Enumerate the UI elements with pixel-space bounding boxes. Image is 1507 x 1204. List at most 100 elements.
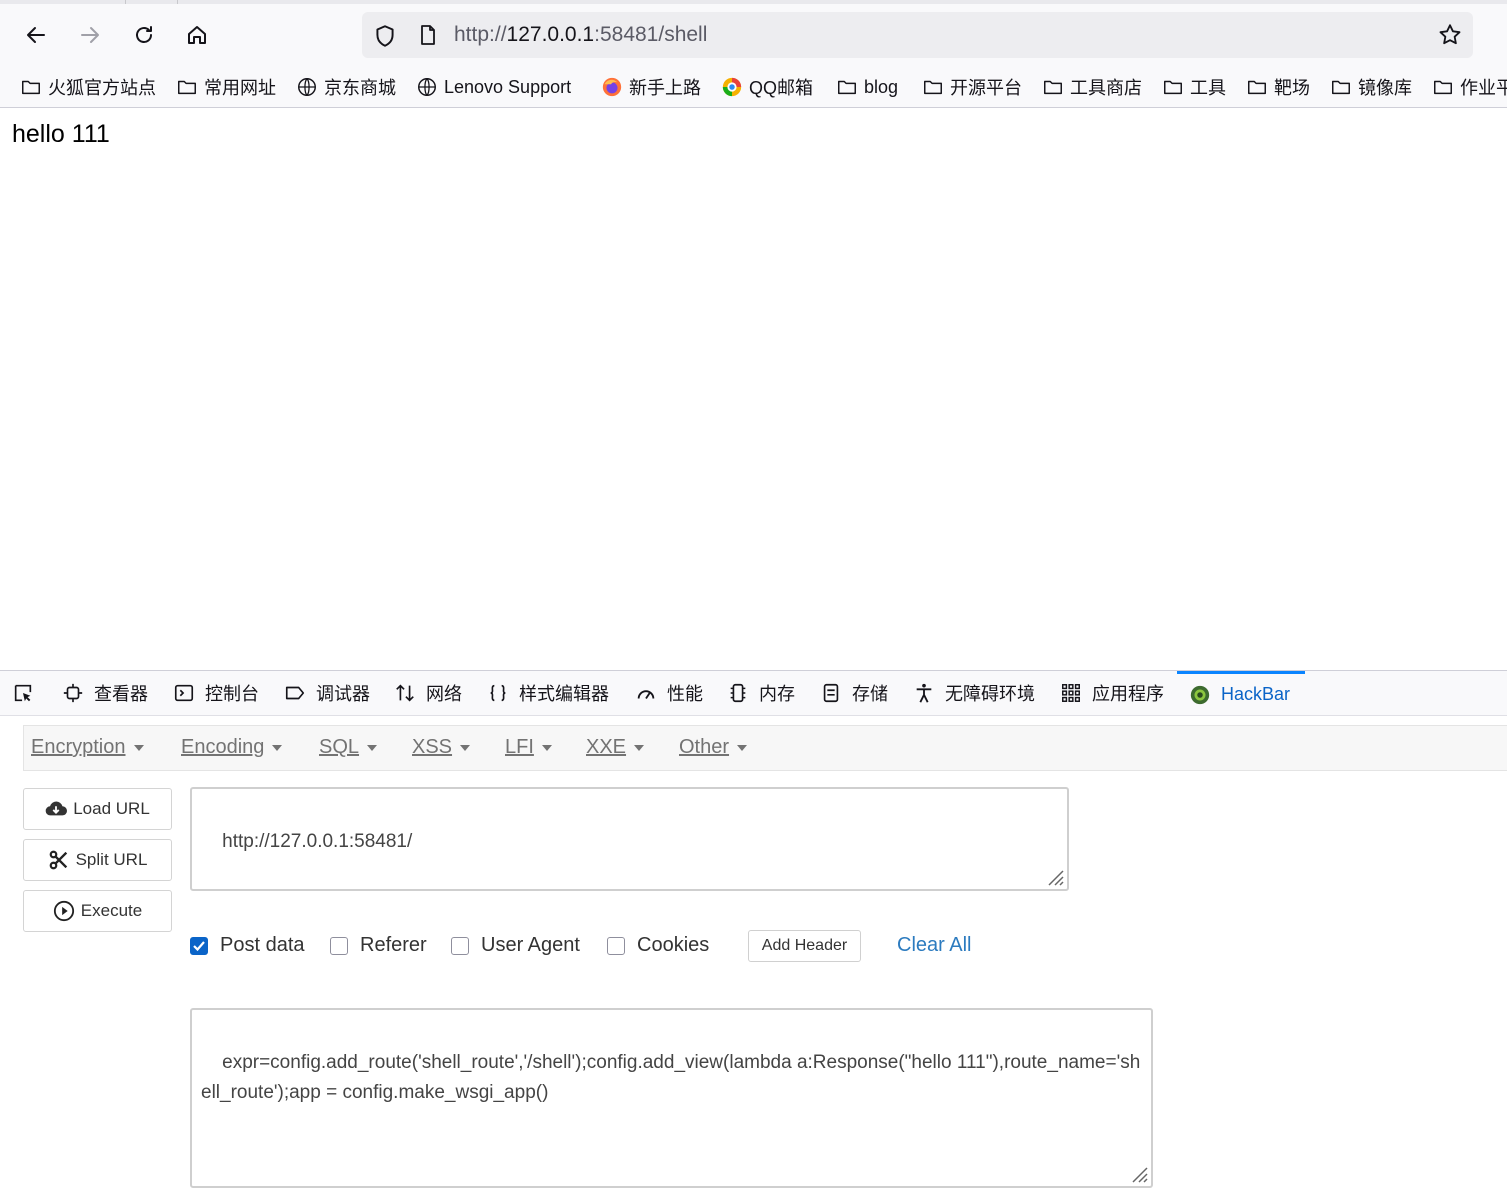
tab-inspector[interactable]: 查看器 [62,671,148,715]
load-url-button[interactable]: Load URL [23,788,172,830]
home-button[interactable] [180,18,214,52]
bookmark-star-icon[interactable] [1437,22,1463,48]
accessibility-icon [916,683,932,703]
caret-down-icon [737,744,748,751]
tab-memory[interactable]: 内存 [727,671,795,715]
menu-encryption[interactable]: Encryption [31,736,144,759]
tracking-protection-shield-icon[interactable] [372,23,398,49]
resize-grip-icon[interactable] [1043,865,1065,887]
tab-accessibility[interactable]: 无障碍环境 [913,671,1035,715]
caret-down-icon [367,744,378,751]
user-agent-checkbox[interactable]: User Agent [451,934,580,957]
menu-lfi[interactable]: LFI [505,736,552,759]
caret-down-icon [460,744,471,751]
hackbar-menu-bar: Encryption Encoding SQL XSS LFI XXE Othe… [23,725,1507,771]
application-icon [1062,684,1080,702]
tab-style-editor[interactable]: 样式编辑器 [487,671,609,715]
execute-button[interactable]: Execute [23,890,172,932]
cookies-checkbox[interactable]: Cookies [607,934,709,957]
globe-icon [298,78,316,96]
option-label: User Agent [481,934,580,956]
bookmark-item[interactable]: 作业平 [1432,74,1507,100]
tab-label: 网络 [426,684,462,704]
folder-icon [838,80,856,95]
url-text[interactable]: http://127.0.0.1:58481/shell [454,22,707,48]
bookmark-item[interactable]: 靶场 [1246,74,1310,100]
page-info-icon[interactable] [416,23,440,47]
tab-label: 存储 [852,684,888,704]
bookmark-label: Lenovo Support [444,76,572,97]
tab-storage[interactable]: 存储 [820,671,888,715]
bookmark-label: 常用网址 [204,78,276,98]
element-picker-icon [14,684,32,702]
caret-down-icon [634,744,645,751]
bookmark-item[interactable]: 火狐官方站点 [20,74,156,100]
tab-console[interactable]: 控制台 [173,671,259,715]
folder-icon [1332,80,1350,95]
bookmark-label: 新手上路 [629,78,701,98]
scissors-icon [49,850,67,870]
reload-button[interactable] [127,18,161,52]
caret-down-icon [541,744,552,751]
menu-xxe[interactable]: XXE [586,736,645,759]
reload-icon [136,26,152,43]
url-scheme: http:// [454,23,507,46]
post-data-checkbox[interactable]: Post data [190,934,305,957]
add-header-button[interactable]: Add Header [748,930,861,962]
bookmark-item[interactable]: 工具商店 [1042,74,1142,100]
tab-hackbar[interactable]: HackBar [1177,671,1305,715]
bookmark-item[interactable]: 镜像库 [1330,74,1412,100]
referer-checkbox[interactable]: Referer [330,934,427,957]
folder-icon [1044,80,1062,95]
bookmark-label: blog [864,76,899,97]
menu-label: Encoding [181,736,265,758]
menu-sql[interactable]: SQL [319,736,378,759]
bookmark-item[interactable]: QQ邮箱 [721,74,813,100]
bookmark-item[interactable]: blog [836,74,898,100]
resize-grip-icon[interactable] [1127,1162,1149,1184]
tab-performance[interactable]: 性能 [635,671,703,715]
bookmark-label: 作业平 [1460,78,1507,98]
tab-debugger[interactable]: 调试器 [284,671,370,715]
back-button[interactable] [19,18,53,52]
firefox-icon [602,77,622,97]
bookmark-label: 开源平台 [950,78,1022,98]
tab-label: 无障碍环境 [945,684,1035,704]
bookmark-item[interactable]: 工具 [1162,74,1226,100]
bookmark-label: QQ邮箱 [749,78,814,98]
menu-label: LFI [505,736,534,758]
clear-all-link[interactable]: Clear All [897,934,971,957]
tab-network[interactable]: 网络 [394,671,462,715]
option-label: Cookies [637,934,710,956]
tab-label: 性能 [667,684,703,704]
storage-icon [823,683,839,703]
menu-label: SQL [319,736,360,758]
url-textarea[interactable]: http://127.0.0.1:58481/ [190,787,1069,891]
bookmark-item[interactable]: Lenovo Support [416,74,571,100]
bookmark-item[interactable]: 开源平台 [922,74,1022,100]
forward-button[interactable] [73,18,107,52]
checkbox-unchecked[interactable] [607,936,625,955]
menu-xss[interactable]: XSS [412,736,471,759]
post-data-textarea[interactable]: expr=config.add_route('shell_route','/sh… [190,1008,1153,1188]
tab-application[interactable]: 应用程序 [1060,671,1164,715]
element-picker-button[interactable] [12,671,44,715]
checkbox-unchecked[interactable] [330,936,348,955]
folder-icon [1434,80,1452,95]
bookmark-label: 京东商城 [324,78,396,98]
menu-encoding[interactable]: Encoding [181,736,283,759]
checkbox-unchecked[interactable] [451,936,469,955]
bookmark-label: 工具商店 [1070,78,1142,98]
bookmark-item[interactable]: 京东商城 [296,74,396,100]
address-bar[interactable]: http://127.0.0.1:58481/shell [362,12,1473,58]
bookmark-item[interactable]: 常用网址 [176,74,276,100]
bookmark-item[interactable]: 新手上路 [601,74,701,100]
debugger-icon [285,686,305,700]
devtools-panel: 查看器 控制台 调试器 网络 样式编辑器 性能 内存 存储 无障碍环境 应用程序… [0,670,1507,1204]
checkbox-checked[interactable] [190,936,208,955]
bookmark-label: 镜像库 [1358,78,1412,98]
tab-label: 调试器 [316,684,370,704]
post-data-value: expr=config.add_route('shell_route','/sh… [201,1052,1141,1103]
menu-other[interactable]: Other [679,736,748,759]
split-url-button[interactable]: Split URL [23,839,172,881]
